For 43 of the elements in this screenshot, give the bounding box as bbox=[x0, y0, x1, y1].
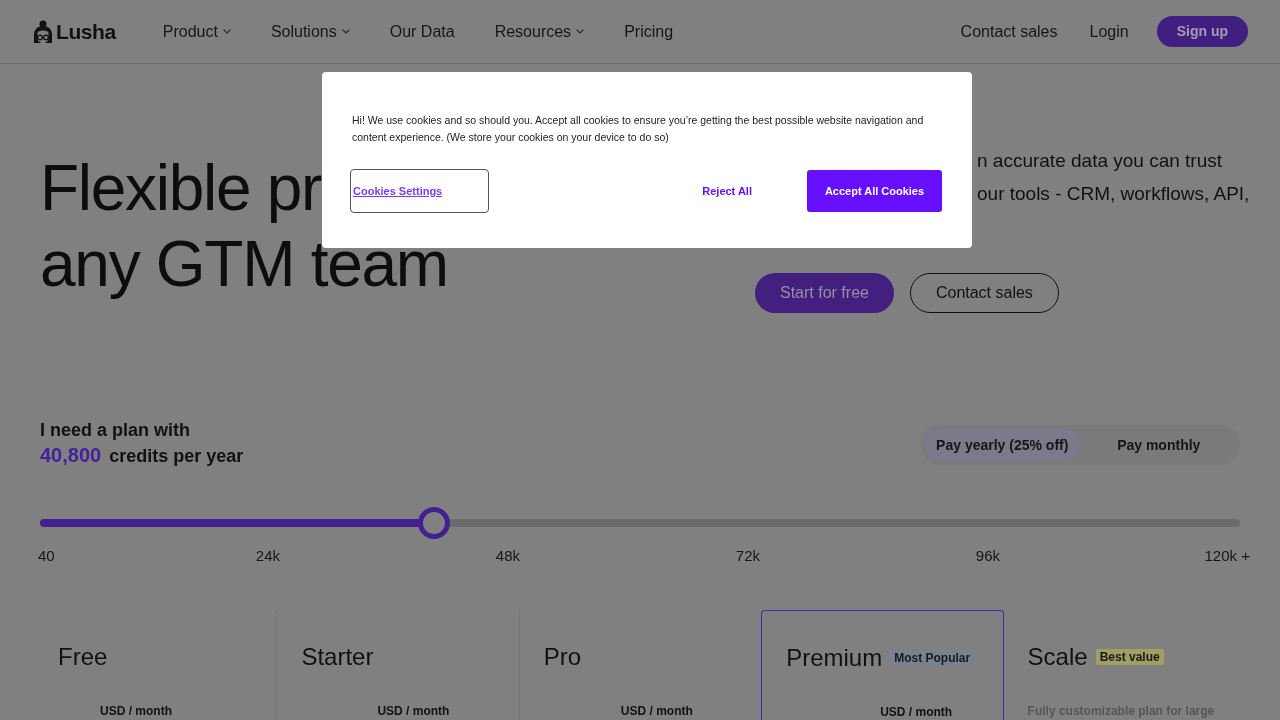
signup-button[interactable]: Sign up bbox=[1156, 16, 1248, 47]
plan-name: Free bbox=[58, 642, 108, 672]
plan-prompt: I need a plan with bbox=[40, 419, 191, 442]
paragraph-line: n accurate data you can trust bbox=[977, 149, 1223, 173]
credits-amount: 40,800 bbox=[40, 443, 102, 468]
plan-name: Scale bbox=[1027, 642, 1088, 672]
accept-cookies-button[interactable]: Accept All Cookies bbox=[807, 170, 942, 212]
nav-link[interactable]: Resources bbox=[494, 19, 585, 44]
cookie-message: Hi! We use cookies and so should you. Accept all cookies to ensure you’re getting the best possible website navigation and content experience. (We store your cookies on your device to do so) bbox=[352, 113, 925, 145]
credits-slider-track[interactable] bbox=[40, 507, 1240, 539]
reject-all-button[interactable]: Reject All bbox=[686, 170, 768, 212]
nav-link[interactable]: Our Data bbox=[389, 19, 455, 44]
credits-unit: credits per year bbox=[109, 445, 244, 468]
brand-name[interactable]: Lusha bbox=[56, 15, 116, 48]
heading-line: any GTM team bbox=[40, 227, 448, 302]
slider-thumb[interactable] bbox=[417, 507, 450, 539]
price-unit: USD / month bbox=[100, 704, 172, 718]
slider-tick-label: 96k bbox=[975, 545, 1000, 566]
price-unit: USD / month bbox=[880, 705, 953, 719]
plan-name: Starter bbox=[301, 642, 374, 672]
slider-tick-label: 120k + bbox=[1204, 545, 1250, 566]
plan-badge: Most Popular bbox=[890, 650, 975, 666]
paragraph-line: our tools - CRM, workflows, API, bbox=[977, 182, 1250, 206]
nav-link[interactable]: Product bbox=[162, 19, 231, 44]
price-unit: USD / month bbox=[620, 704, 693, 718]
heading-line: Flexible pr bbox=[40, 151, 322, 226]
slider-tick-label: 40 bbox=[38, 545, 55, 566]
plan-name: Pro bbox=[543, 642, 582, 672]
header-link[interactable]: Login bbox=[1089, 19, 1129, 44]
nav-link[interactable]: Solutions bbox=[270, 19, 350, 44]
start-free-button[interactable]: Start for free bbox=[755, 273, 894, 313]
head-with-glasses-icon bbox=[33, 19, 53, 44]
cookies-settings-button[interactable]: Cookies Settings bbox=[350, 169, 489, 213]
slider-tick-label: 48k bbox=[495, 545, 520, 566]
nav-link[interactable]: Pricing bbox=[624, 19, 674, 44]
header-link[interactable]: Contact sales bbox=[960, 19, 1058, 44]
billing-option[interactable]: Pay monthly bbox=[1080, 428, 1237, 462]
price-unit: USD / month bbox=[377, 704, 450, 718]
billing-option[interactable]: Pay yearly (25% off) bbox=[924, 428, 1081, 462]
slider-tick-label: 72k bbox=[735, 545, 760, 566]
plan-badge: Best value bbox=[1095, 649, 1164, 665]
slider-tick-label: 24k bbox=[255, 545, 280, 566]
plan-name: Premium bbox=[786, 643, 883, 673]
